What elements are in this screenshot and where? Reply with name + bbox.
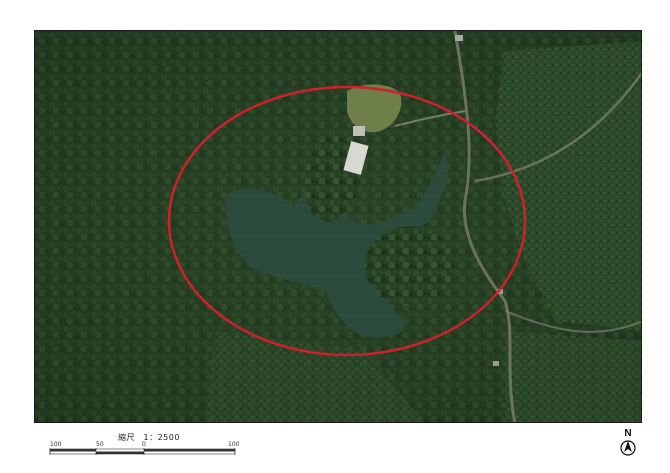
scale-tick-label: 100 — [228, 441, 240, 448]
scale-bar-segment — [96, 451, 144, 454]
aerial-map — [34, 30, 642, 423]
plantation-southeast — [505, 331, 641, 422]
structure-south — [493, 361, 499, 366]
scale-tick-label: 50 — [96, 441, 104, 448]
north-arrow-icon: N — [618, 426, 638, 458]
scale-bar: 100 50 0 100 — [48, 438, 248, 466]
scale-bar-segment — [144, 449, 235, 452]
scale-tick-label: 100 — [50, 441, 62, 448]
north-label: N — [624, 428, 631, 439]
scale-tick-label: 0 — [142, 441, 146, 448]
building-annex — [353, 126, 365, 136]
scale-bar-segment — [50, 449, 96, 452]
island-east — [365, 226, 455, 306]
structure-north — [455, 35, 463, 41]
